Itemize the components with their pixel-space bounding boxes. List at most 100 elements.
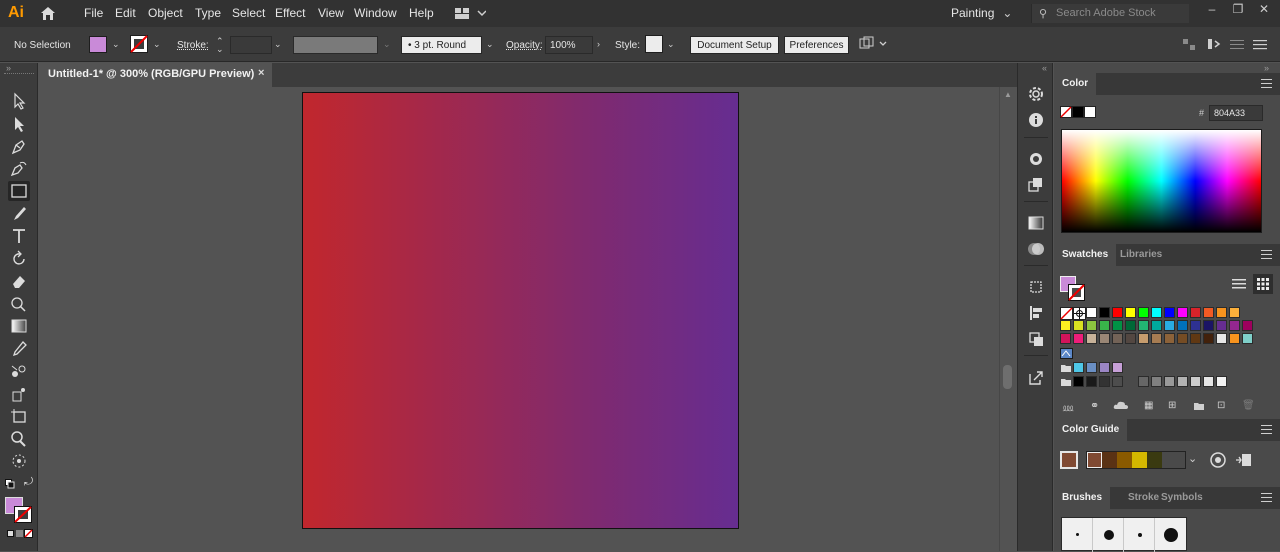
none-registration-swatches[interactable]	[1060, 307, 1086, 320]
hex-input[interactable]: 804A33	[1209, 105, 1263, 121]
scroll-thumb[interactable]	[1003, 365, 1012, 389]
gradient-mode-icon[interactable]	[16, 530, 23, 537]
swatch[interactable]	[1138, 376, 1149, 387]
swatch[interactable]	[1125, 333, 1136, 344]
gear-icon[interactable]	[1026, 84, 1046, 104]
swatch[interactable]	[1138, 333, 1149, 344]
swatch[interactable]	[1125, 320, 1136, 331]
menu-effect[interactable]: Effect	[275, 6, 305, 20]
variable-width-profile[interactable]	[293, 36, 378, 54]
home-icon[interactable]	[40, 6, 56, 21]
symbol-sprayer-tool[interactable]	[8, 384, 30, 404]
collapse-arrows-icon[interactable]: »	[6, 63, 11, 73]
stepper-up-icon[interactable]: ⌃	[216, 36, 224, 46]
chevron-down-icon[interactable]: ⌄	[486, 39, 494, 49]
minimize-icon[interactable]: –	[1205, 2, 1219, 16]
chevron-down-icon[interactable]: ⌄	[1188, 452, 1197, 465]
artboard-tool[interactable]	[8, 406, 30, 426]
swap-colors-icon[interactable]: ⤾	[24, 476, 33, 489]
swatch[interactable]	[1216, 320, 1227, 331]
panel-menu-icon[interactable]	[1261, 493, 1272, 502]
menu-help[interactable]: Help	[409, 6, 434, 20]
chevron-down-icon[interactable]: ⌄	[667, 39, 675, 49]
swatch[interactable]	[1060, 333, 1071, 344]
swatch[interactable]	[1203, 376, 1214, 387]
menu-edit[interactable]: Edit	[115, 6, 136, 20]
close-tab-icon[interactable]: ×	[258, 67, 264, 79]
none-mode-icon[interactable]	[24, 529, 33, 538]
save-color-group-icon[interactable]	[1235, 452, 1253, 468]
graphic-style-swatch[interactable]	[645, 35, 663, 53]
info-icon[interactable]	[1026, 110, 1046, 130]
folder-icon[interactable]	[1060, 377, 1072, 387]
swatch[interactable]	[1203, 333, 1214, 344]
swatch[interactable]	[1151, 320, 1162, 331]
panel-menu-icon[interactable]	[1230, 39, 1244, 50]
menu-file[interactable]: File	[84, 6, 103, 20]
paintbrush-tool[interactable]	[8, 204, 30, 224]
swatch[interactable]	[1216, 376, 1227, 387]
export-icon[interactable]	[1026, 368, 1046, 388]
layers-icon[interactable]	[1026, 329, 1046, 349]
show-kinds-icon[interactable]: ▦	[1144, 400, 1153, 411]
direct-selection-tool[interactable]	[8, 114, 30, 134]
swatch[interactable]	[1164, 307, 1175, 318]
menu-type[interactable]: Type	[195, 6, 221, 20]
swatch[interactable]	[1099, 376, 1110, 387]
stroke-label[interactable]: Stroke:	[177, 40, 209, 51]
color-wheel-icon[interactable]	[1210, 452, 1226, 468]
swatch[interactable]	[1086, 307, 1097, 318]
opacity-input[interactable]: 100%	[545, 36, 593, 54]
swatch[interactable]	[1138, 320, 1149, 331]
brush-3pt[interactable]	[1093, 518, 1124, 552]
swatch[interactable]	[1073, 320, 1084, 331]
workspace-switcher[interactable]: Painting ⌄	[940, 4, 1018, 23]
tab-color-guide[interactable]: Color Guide	[1054, 419, 1128, 441]
swatch[interactable]	[1112, 376, 1123, 387]
brush-definition[interactable]: • 3 pt. Round	[401, 36, 482, 54]
stock-search-input[interactable]: ⚲ Search Adobe Stock	[1031, 4, 1189, 23]
harmony-swatch[interactable]	[1087, 452, 1102, 468]
color-spectrum[interactable]	[1061, 129, 1262, 233]
swatch[interactable]	[1242, 333, 1253, 344]
pattern-folder-icon[interactable]	[1060, 348, 1073, 359]
align-icon[interactable]	[1182, 38, 1196, 51]
eraser-tool[interactable]	[8, 271, 30, 291]
swatch[interactable]	[1177, 376, 1188, 387]
brush-1pt[interactable]	[1062, 518, 1093, 552]
document-tab[interactable]: Untitled-1* @ 300% (RGB/GPU Preview) ×	[40, 63, 272, 87]
default-colors-icon[interactable]	[5, 479, 15, 489]
brush-5pt[interactable]	[1155, 518, 1186, 552]
swatch[interactable]	[1177, 320, 1188, 331]
swatch[interactable]	[1164, 333, 1175, 344]
panel-grip[interactable]	[4, 73, 34, 75]
tab-swatches[interactable]: Swatches	[1054, 244, 1117, 266]
swatch[interactable]	[1073, 333, 1084, 344]
swatch[interactable]	[1177, 333, 1188, 344]
tab-libraries[interactable]: Libraries	[1112, 244, 1170, 266]
swatch[interactable]	[1151, 307, 1162, 318]
folder-icon[interactable]	[1060, 363, 1072, 373]
harmony-swatch[interactable]	[1117, 452, 1132, 468]
panel-menu-icon[interactable]	[1261, 79, 1272, 88]
delete-swatch-icon[interactable]: 🗑	[1242, 400, 1255, 411]
swatch[interactable]	[1086, 333, 1097, 344]
swatch[interactable]	[1164, 320, 1175, 331]
fill-swatch[interactable]	[89, 36, 107, 53]
swatch[interactable]	[1086, 362, 1097, 373]
grid-view-button[interactable]	[1253, 274, 1273, 294]
swatch[interactable]	[1190, 376, 1201, 387]
base-color-swatch[interactable]	[1060, 451, 1078, 469]
swatch[interactable]	[1229, 333, 1240, 344]
swatch[interactable]	[1112, 307, 1123, 318]
type-tool[interactable]	[8, 226, 30, 246]
swatch[interactable]	[1073, 376, 1084, 387]
swatch[interactable]	[1138, 307, 1149, 318]
pen-tool[interactable]	[8, 136, 30, 156]
preferences-button[interactable]: Preferences	[784, 36, 849, 54]
cloud-icon[interactable]	[1113, 400, 1129, 410]
new-swatch-icon[interactable]: ⊡	[1217, 400, 1225, 411]
rectangle-tool[interactable]	[8, 181, 30, 201]
swatch[interactable]	[1086, 320, 1097, 331]
panel-menu-icon[interactable]	[1261, 425, 1272, 434]
